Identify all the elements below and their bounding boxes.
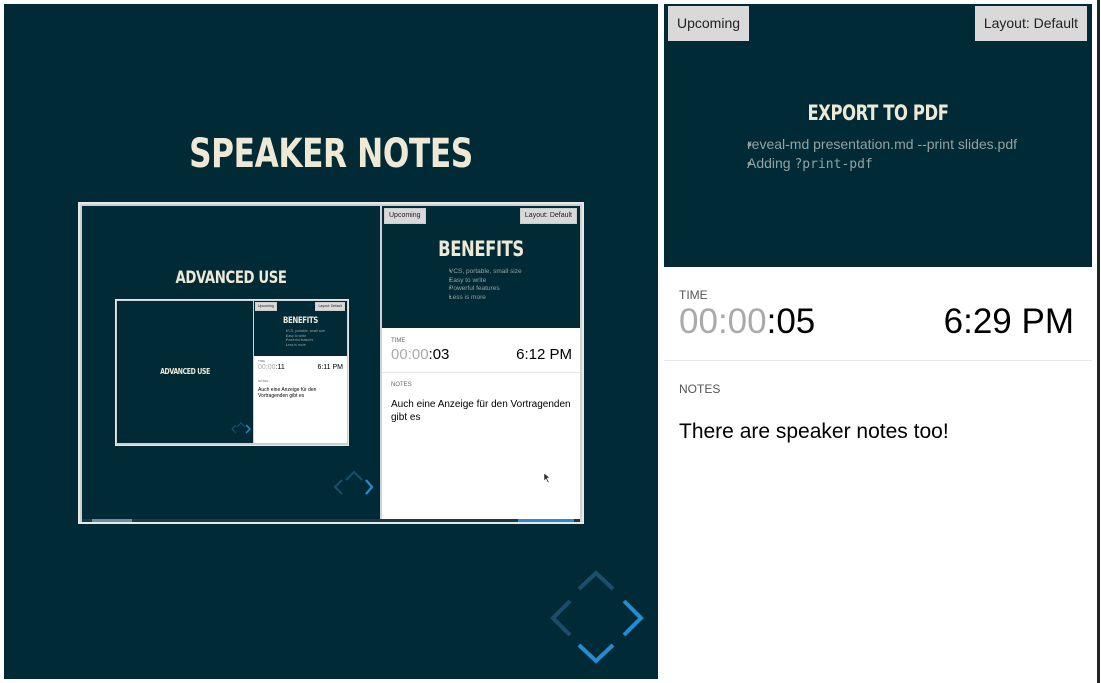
window-edge (1097, 0, 1100, 683)
embedded-speaker-view-screenshot: ADVANCED USE ADVANCED USE Upcoming Layou… (78, 202, 584, 524)
upcoming-slide-title: EXPORT TO PDF (807, 101, 949, 125)
chevron-up-icon[interactable] (577, 570, 615, 591)
list-item: VCS, portable, small size (442, 268, 522, 277)
nested-info-panel: TIME 00:00:11 6:11 PM NOTES Auch eine An… (254, 356, 347, 443)
embedded-timer: 00:00:03 (391, 346, 450, 363)
embedded-timer-minutes: 00 (411, 346, 429, 363)
nested-speaker-view-screenshot: ADVANCED USE Upcoming Layout: Default BE… (115, 299, 349, 446)
slide-title: SPEAKER NOTES (189, 131, 473, 177)
list-item: Less is more (442, 294, 522, 303)
clock: 6:29 PM (943, 302, 1074, 341)
nested-current-slide: ADVANCED USE (117, 301, 253, 443)
list-item: Less is more (282, 343, 325, 348)
nested-upcoming-title: BENEFITS (283, 316, 318, 326)
nested-upcoming-bullets: VCS, portable, small size Easy to write … (282, 329, 325, 347)
nested-chevron-up-icon (236, 422, 246, 428)
embedded-notes-text: Auch eine Anzeige für den Vortragenden g… (391, 399, 571, 423)
timer-seconds: 05 (776, 302, 816, 341)
notes-panel: NOTES There are speaker notes too! (664, 362, 1092, 679)
list-item: Adding ?print-pdf (735, 154, 1017, 174)
nested-notes-text: Auch eine Anzeige für den Vortragenden g… (258, 387, 317, 399)
chevron-right-icon[interactable] (622, 599, 644, 637)
nested-layout-button[interactable]: Layout: Default (315, 302, 345, 311)
nested-slide-navigation (231, 421, 251, 437)
timer-minutes: 00 (727, 302, 767, 341)
nested-upcoming-label: Upcoming (255, 302, 277, 311)
bullet-text: reveal-md presentation.md --print slides… (747, 136, 1018, 152)
chevron-left-icon[interactable] (550, 599, 572, 637)
embedded-clock: 6:12 PM (516, 346, 572, 363)
nested-timer-hours: 00 (258, 364, 266, 371)
list-item: Easy to write (442, 277, 522, 286)
embedded-info-panel: TIME 00:00:03 6:12 PM NOTES Auch eine An… (382, 328, 580, 519)
upcoming-slide-bullets: reveal-md presentation.md --print slides… (735, 135, 1017, 174)
nested-timer-seconds: 11 (277, 364, 285, 371)
embedded-upcoming-panel: Upcoming Layout: Default BENEFITS VCS, p… (382, 206, 580, 328)
embedded-chevron-right-icon[interactable] (365, 479, 374, 495)
embedded-notes-label: NOTES (391, 382, 412, 388)
notes-text: There are speaker notes too! (679, 420, 949, 443)
current-slide: SPEAKER NOTES ADVANCED USE ADVANCED USE (4, 4, 658, 679)
embedded-chevron-up-icon (345, 470, 363, 481)
nested-timer-minutes: 00 (267, 364, 276, 371)
upcoming-slide-panel: Upcoming Layout: Default EXPORT TO PDF r… (664, 4, 1092, 267)
embedded-slide-title: ADVANCED USE (175, 268, 287, 288)
embedded-layout-button[interactable]: Layout: Default (519, 208, 577, 224)
nested-slide-title: ADVANCED USE (160, 367, 210, 376)
notes-label: NOTES (679, 382, 721, 396)
embedded-upcoming-bullets: VCS, portable, small size Easy to write … (442, 268, 522, 302)
nested-time-label: TIME (258, 359, 266, 363)
nested-chevron-right-icon[interactable] (245, 424, 251, 434)
list-item: Powerful features (442, 285, 522, 294)
timer-hours: 00 (679, 302, 718, 341)
embedded-timer-seconds: 03 (432, 346, 450, 363)
embedded-progress-bar (82, 519, 580, 522)
list-item: reveal-md presentation.md --print slides… (735, 135, 1017, 154)
embedded-chevron-left-icon (333, 479, 343, 495)
embedded-upcoming-label: Upcoming (384, 208, 426, 224)
nested-upcoming-panel: Upcoming Layout: Default BENEFITS VCS, p… (254, 301, 347, 356)
embedded-time-label: TIME (391, 338, 406, 344)
embedded-upcoming-title: BENEFITS (438, 237, 524, 261)
upcoming-label: Upcoming (668, 6, 750, 41)
nested-notes-label: NOTES (258, 379, 269, 383)
time-label: TIME (679, 288, 708, 302)
elapsed-timer[interactable]: 00:00:05 (679, 302, 815, 342)
time-panel: TIME 00:00:05 6:29 PM (664, 267, 1092, 361)
nested-clock: 6:11 PM (317, 364, 343, 371)
layout-button[interactable]: Layout: Default (974, 6, 1087, 41)
inline-code: ?print-pdf (794, 157, 873, 172)
embedded-slide-navigation (332, 468, 376, 502)
nested-timer: 00:00:11 (258, 364, 285, 371)
bullet-text: Adding (747, 155, 795, 171)
mouse-cursor-icon (543, 470, 551, 488)
slide-navigation (548, 570, 644, 664)
embedded-current-slide: ADVANCED USE ADVANCED USE Upcoming Layou… (82, 206, 380, 519)
chevron-down-icon[interactable] (577, 643, 615, 664)
embedded-timer-hours: 00 (391, 346, 408, 363)
nested-chevron-left-icon (231, 424, 237, 434)
